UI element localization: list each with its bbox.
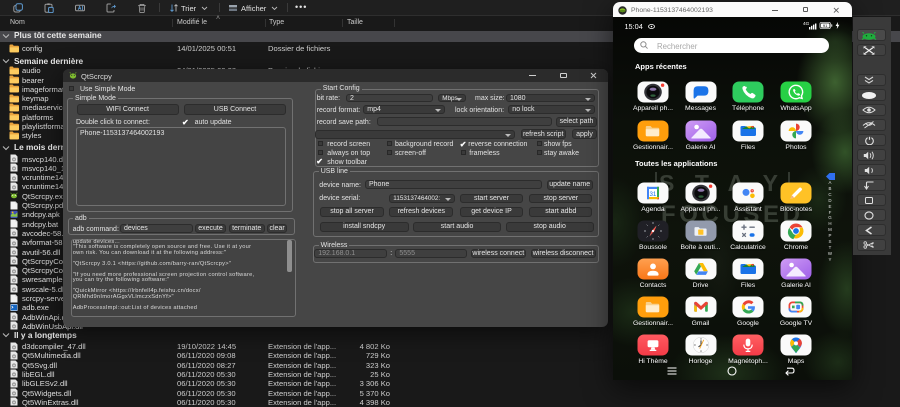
svg-text:31: 31 [649, 191, 656, 198]
svg-text:91: 91 [822, 23, 827, 28]
